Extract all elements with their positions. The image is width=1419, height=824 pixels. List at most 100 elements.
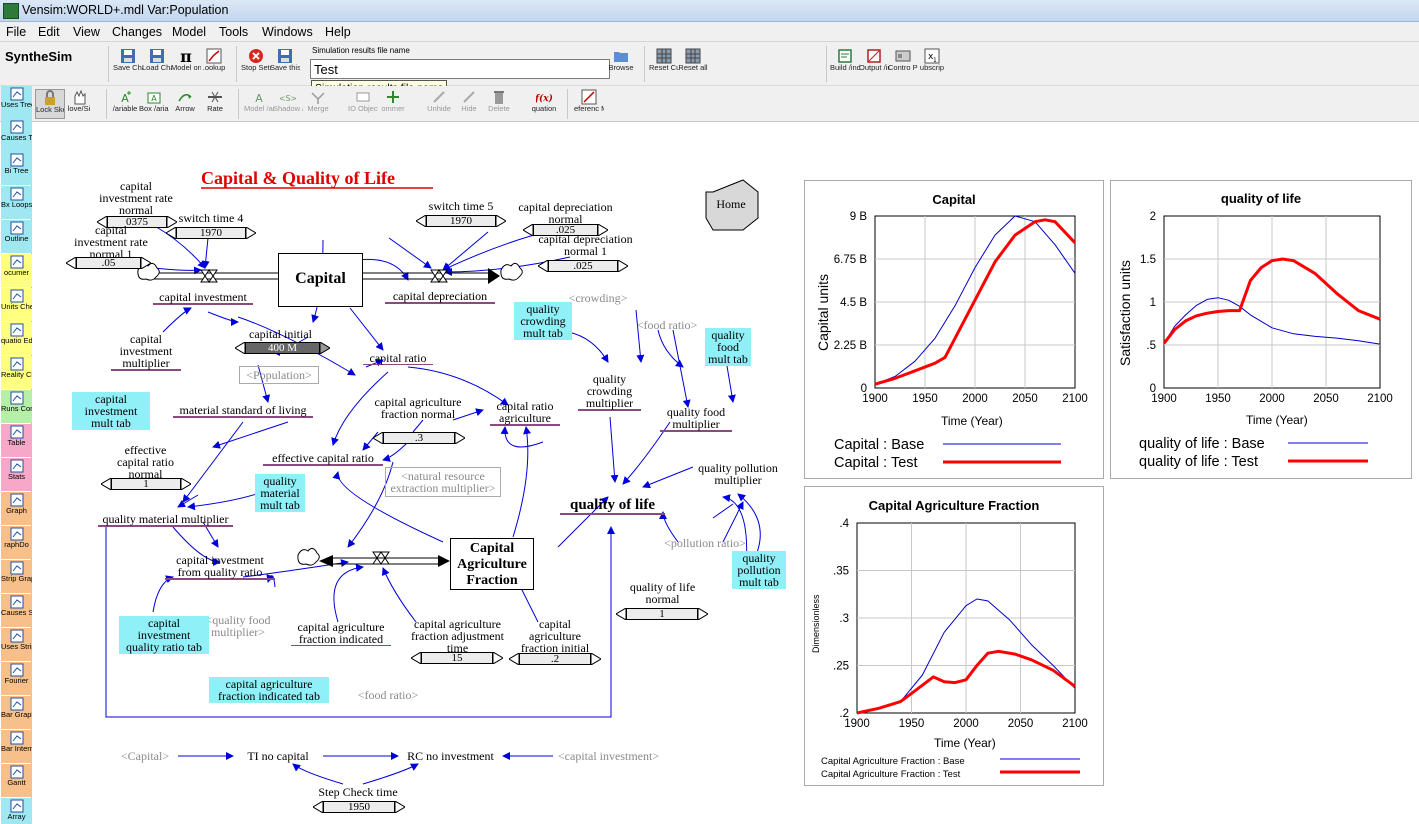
reset-all-button[interactable]: Reset all (678, 48, 708, 72)
palette-tool-20[interactable]: Gantt (1, 764, 32, 797)
quality-material-mult-tab[interactable]: quality material mult tab (255, 474, 305, 512)
menu-tools[interactable]: Tools (219, 25, 248, 39)
load-changes-button[interactable]: Load Change (142, 48, 172, 72)
save-changes-button[interactable]: Save Change (113, 48, 143, 72)
unhide-button[interactable]: Unhide (424, 89, 454, 113)
natural-resource-extraction-multiplier-shadow[interactable]: <natural resource extraction multiplier> (385, 467, 501, 497)
browse-button[interactable]: Browse (606, 48, 636, 72)
palette-tool-5[interactable]: ocumer (1, 254, 32, 287)
palette-tool-3[interactable]: Bx Loops (1, 186, 32, 219)
capital-depreciation-normal-1-slider[interactable]: .025 (538, 260, 628, 272)
merge-button[interactable]: Merge (303, 89, 333, 113)
shadow-variable-button[interactable]: <S> Shadow /ariabl (273, 89, 303, 113)
capital-investment-from-quality-ratio-variable[interactable]: capital investment from quality ratio (165, 554, 275, 580)
capital-investment-quality-ratio-tab[interactable]: capital investment quality ratio tab (119, 616, 209, 654)
quality-of-life-normal-slider[interactable]: 1 (616, 608, 708, 620)
save-this-button[interactable]: Save this (270, 48, 300, 72)
food-ratio-shadow-2[interactable]: <food ratio> (355, 689, 421, 701)
capital-depreciation-variable[interactable]: capital depreciation (385, 290, 495, 304)
capital-agriculture-fraction-initial-label[interactable]: capital agriculture fraction initial (515, 618, 595, 654)
effective-capital-ratio-variable[interactable]: effective capital ratio (263, 452, 383, 466)
pollution-ratio-shadow[interactable]: <pollution ratio> (660, 537, 750, 549)
quality-food-mult-tab[interactable]: quality food mult tab (705, 328, 751, 366)
palette-tool-15[interactable]: Causes Strip (1, 594, 32, 627)
capital-agriculture-fraction-adjustment-time-slider[interactable]: 15 (411, 652, 503, 664)
subscript-button[interactable]: x1 ubscrip (917, 48, 947, 72)
palette-tool-0[interactable]: Uses Tree (1, 86, 32, 119)
capital-agriculture-fraction-initial-slider[interactable]: .2 (509, 653, 601, 665)
palette-tool-17[interactable]: Fourier (1, 662, 32, 695)
build-window-button[interactable]: Build /indow (830, 48, 860, 72)
lookup-button[interactable]: .ookup (199, 48, 229, 72)
capital-investment-multiplier-variable[interactable]: capital investment multiplier (111, 333, 181, 371)
palette-tool-4[interactable]: Outline (1, 220, 32, 253)
capital-shadow-variable[interactable]: <Capital> (115, 750, 175, 762)
palette-tool-6[interactable]: Units Check (1, 288, 32, 321)
ti-no-capital-variable[interactable]: TI no capital (233, 750, 323, 762)
capital-investment-shadow-variable[interactable]: <capital investment> (551, 750, 666, 762)
switch-time-5-slider[interactable]: 1970 (416, 215, 506, 227)
menu-changes[interactable]: Changes (112, 25, 162, 39)
quality-food-multiplier-variable[interactable]: quality food multiplier (660, 406, 732, 432)
step-check-time-label[interactable]: Step Check time (308, 786, 408, 798)
quality-pollution-multiplier-variable[interactable]: quality pollution multiplier (678, 462, 798, 486)
move-size-button[interactable]: love/Si (64, 89, 94, 113)
stop-setup-button[interactable]: Stop Setup (241, 48, 271, 72)
comment-button[interactable]: ommer (378, 89, 408, 113)
capital-agriculture-fraction-indicated-variable[interactable]: capital agriculture fraction indicated (291, 621, 391, 646)
menu-model[interactable]: Model (172, 25, 206, 39)
menu-windows[interactable]: Windows (262, 25, 313, 39)
quality-material-multiplier-variable[interactable]: quality material multiplier (98, 513, 233, 527)
box-variable-button[interactable]: A Box /ariabl (139, 89, 169, 113)
quality-crowding-multiplier-variable[interactable]: quality crowding multiplier (578, 373, 641, 411)
capital-investment-rate-normal-label[interactable]: capital investment rate normal (95, 180, 177, 216)
variable-tool-button[interactable]: A /ariable (110, 89, 140, 113)
capital-stock[interactable]: Capital (278, 253, 363, 307)
control-panel-button[interactable]: Contro Panel (888, 48, 918, 72)
capital-initial-slider[interactable]: 400 M (235, 342, 330, 354)
capital-depreciation-normal-1-label[interactable]: capital depreciation normal 1 (528, 233, 643, 257)
crowding-shadow-variable[interactable]: <crowding> (563, 292, 633, 304)
palette-tool-21[interactable]: Array (1, 798, 32, 824)
capital-ratio-variable[interactable]: capital ratio (363, 352, 433, 365)
capital-investment-rate-normal-1-slider[interactable]: .05 (66, 257, 151, 269)
switch-time-4-slider[interactable]: 1970 (166, 227, 256, 239)
effective-capital-ratio-normal-slider[interactable]: 1 (101, 478, 191, 490)
menu-help[interactable]: Help (325, 25, 351, 39)
capital-agriculture-fraction-indicated-tab[interactable]: capital agriculture fraction indicated t… (209, 677, 329, 703)
capital-agriculture-fraction-normal-label[interactable]: capital agriculture fraction normal (373, 396, 463, 420)
quality-of-life-graph-panel[interactable]: quality of life Satisfaction units Time … (1110, 180, 1412, 479)
reset-current-button[interactable]: Reset Current (649, 48, 679, 72)
output-window-button[interactable]: Output /indow (859, 48, 889, 72)
quality-pollution-mult-tab[interactable]: quality pollution mult tab (732, 551, 786, 589)
capital-investment-variable[interactable]: capital investment (153, 291, 253, 305)
palette-tool-13[interactable]: raphDo (1, 526, 32, 559)
home-button[interactable]: Home (711, 198, 751, 210)
capital-agriculture-fraction-graph-panel[interactable]: Capital Agriculture Fraction Dimensionle… (804, 486, 1104, 786)
population-shadow-variable[interactable]: <Population> (239, 366, 319, 384)
material-standard-of-living-variable[interactable]: material standard of living (173, 404, 313, 418)
switch-time-4-label[interactable]: switch time 4 (176, 212, 246, 224)
quality-of-life-variable[interactable]: quality of life (560, 497, 665, 515)
palette-tool-10[interactable]: Table (1, 424, 32, 457)
effective-capital-ratio-normal-label[interactable]: effective capital ratio normal (108, 444, 183, 480)
rate-tool-button[interactable]: Rate (200, 89, 230, 113)
io-object-button[interactable]: IO Object (348, 89, 378, 113)
palette-tool-14[interactable]: Strip Graph (1, 560, 32, 593)
palette-tool-2[interactable]: Bi Tree (1, 152, 32, 185)
results-file-input[interactable] (310, 59, 610, 79)
delete-button[interactable]: Delete (484, 89, 514, 113)
arrow-tool-button[interactable]: Arrow (170, 89, 200, 113)
model-variable-button[interactable]: A Model /ariabl (244, 89, 274, 113)
quality-crowding-mult-tab[interactable]: quality crowding mult tab (514, 302, 572, 340)
capital-agriculture-fraction-normal-slider[interactable]: .3 (373, 432, 465, 444)
equation-button[interactable]: f(x) quation (529, 89, 559, 113)
palette-tool-19[interactable]: Bar Intern (1, 730, 32, 763)
palette-tool-18[interactable]: Bar Graph (1, 696, 32, 729)
palette-tool-12[interactable]: Graph (1, 492, 32, 525)
palette-tool-16[interactable]: Uses Strip (1, 628, 32, 661)
menu-file[interactable]: File (6, 25, 26, 39)
capital-investment-mult-tab[interactable]: capital investment mult tab (72, 392, 150, 430)
quality-food-multiplier-shadow[interactable]: <quality food multiplier> (198, 614, 278, 638)
switch-time-5-label[interactable]: switch time 5 (421, 200, 501, 212)
